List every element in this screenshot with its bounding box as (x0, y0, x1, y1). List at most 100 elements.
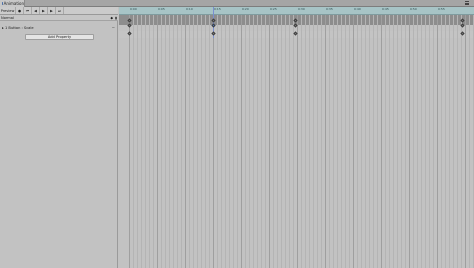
grid-line (289, 15, 290, 268)
grid-line (133, 15, 134, 268)
grid-line (201, 15, 202, 268)
keyframe[interactable] (211, 23, 216, 28)
play-icon[interactable]: ▶ (40, 7, 48, 14)
add-property-button[interactable]: Add Property (25, 34, 94, 40)
grid-line (401, 15, 402, 268)
properties-panel (0, 7, 118, 268)
grid-line (313, 15, 314, 268)
preview-button[interactable]: Preview (0, 7, 16, 14)
ruler-label: 0:05 (158, 7, 165, 11)
grid-line (197, 15, 198, 268)
remove-property-icon[interactable]: − (112, 25, 115, 30)
grid-line (341, 15, 342, 268)
grid-line (457, 15, 458, 268)
grid-line (261, 15, 262, 268)
grid-line (233, 15, 234, 268)
animation-toolbar: Preview ● ⏮ ◀ ▶ ▶ ⏭ (0, 7, 118, 15)
add-event-icon[interactable]: ▮ (115, 16, 117, 20)
record-icon[interactable]: ● (16, 7, 24, 14)
grid-line (169, 15, 170, 268)
keyframe-tools: ◆ ▮ (110, 15, 117, 21)
grid-line (393, 15, 394, 268)
grid-line (217, 15, 218, 268)
grid-line (145, 15, 146, 268)
grid-line (465, 15, 466, 268)
grid-line (325, 15, 326, 268)
grid-line (153, 15, 154, 268)
clip-dropdown[interactable]: Normal (1, 16, 14, 20)
first-key-icon[interactable]: ⏮ (24, 7, 32, 14)
ruler-label: 0:50 (410, 7, 417, 11)
ruler-label: 0:15 (214, 7, 221, 11)
grid-line (361, 15, 362, 268)
grid-line (413, 15, 414, 268)
grid-line (445, 15, 446, 268)
grid-line (369, 15, 370, 268)
grid-line (301, 15, 302, 268)
grid-line (141, 15, 142, 268)
grid-line (277, 15, 278, 268)
dopesheet-timeline[interactable]: 0:00 0:05 0:10 0:15 0:20 0:25 0:30 0:35 0:40 0:45… (119, 7, 474, 268)
property-row[interactable]: ▸ 1 Button : Scale − (0, 24, 118, 31)
grid-line (149, 15, 150, 268)
grid-line (173, 15, 174, 268)
grid-line (245, 15, 246, 268)
ruler-label: 0:55 (438, 7, 445, 11)
grid-line (353, 15, 354, 268)
grid-line (285, 15, 286, 268)
animation-tab[interactable]: Animation (0, 0, 25, 7)
grid-line (329, 15, 330, 268)
grid-line (165, 15, 166, 268)
ruler-label: 0:40 (354, 7, 361, 11)
grid-line (373, 15, 374, 268)
clip-selector-row: Normal ◆ ▮ (0, 15, 118, 21)
grid-line (357, 15, 358, 268)
ruler-label: 0:25 (270, 7, 277, 11)
ruler-label: 0:00 (130, 7, 137, 11)
keyframe[interactable] (460, 23, 465, 28)
grid-line (225, 15, 226, 268)
grid-line (157, 15, 158, 268)
grid-line (129, 15, 130, 268)
grid-line (221, 15, 222, 268)
grid-line (405, 15, 406, 268)
grid-line (417, 15, 418, 268)
add-keyframe-icon[interactable]: ◆ (110, 16, 113, 20)
last-key-icon[interactable]: ⏭ (56, 7, 64, 14)
prev-key-icon[interactable]: ◀ (32, 7, 40, 14)
ruler-label: 0:10 (186, 7, 193, 11)
window-tab-bar: Animation (0, 0, 474, 7)
grid-line (273, 15, 274, 268)
grid-line (257, 15, 258, 268)
grid-line (305, 15, 306, 268)
grid-line (433, 15, 434, 268)
ruler-label: 0:35 (326, 7, 333, 11)
grid-line (181, 15, 182, 268)
window-menu-icon[interactable] (465, 1, 469, 5)
grid-line (177, 15, 178, 268)
grid-line (453, 15, 454, 268)
grid-line (269, 15, 270, 268)
grid-line (349, 15, 350, 268)
grid-line (409, 15, 410, 268)
grid-line (213, 15, 214, 268)
grid-line (297, 15, 298, 268)
property-label: ▸ 1 Button : Scale (2, 25, 34, 30)
grid-line (345, 15, 346, 268)
grid-line (161, 15, 162, 268)
keyframe[interactable] (127, 23, 132, 28)
grid-line (337, 15, 338, 268)
grid-line (309, 15, 310, 268)
grid-line (229, 15, 230, 268)
next-key-icon[interactable]: ▶ (48, 7, 56, 14)
grid-line (189, 15, 190, 268)
grid-line (441, 15, 442, 268)
grid-line (421, 15, 422, 268)
grid-line (241, 15, 242, 268)
time-ruler[interactable]: 0:00 0:05 0:10 0:15 0:20 0:25 0:30 0:35 0:40 0:45… (119, 7, 474, 15)
grid-line (425, 15, 426, 268)
grid-line (365, 15, 366, 268)
animation-icon (2, 2, 3, 5)
grid-line (321, 15, 322, 268)
grid-line (397, 15, 398, 268)
